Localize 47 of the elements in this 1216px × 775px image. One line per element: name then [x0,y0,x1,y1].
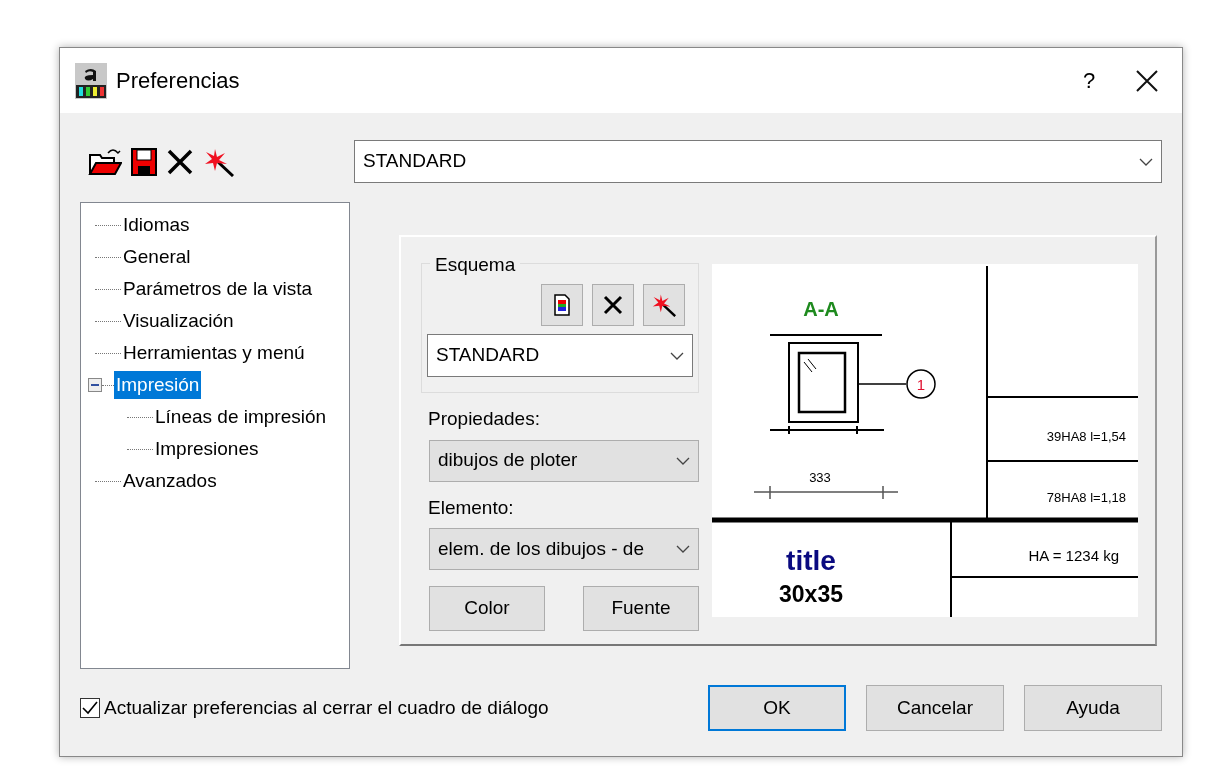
scheme-dropdown[interactable]: STANDARD [427,334,693,377]
weight-text: HA = 1234 kg [1028,547,1119,564]
tree-item[interactable]: Idiomas [121,210,192,240]
field-label: Elemento: [428,495,515,520]
dialog-button[interactable]: OK [708,685,846,731]
document-icon [554,294,570,316]
title-text: title [786,545,836,576]
action-button[interactable]: Color [429,586,545,631]
help-button[interactable]: ? [1066,60,1112,101]
tree-item[interactable]: Parámetros de la vista [121,274,315,304]
tree-item[interactable]: General [121,242,193,272]
wizard-button[interactable] [643,284,685,326]
window-title: Preferencias [116,67,240,95]
rebar-text: 39HA8 l=1,54 [1046,429,1126,444]
tree-item[interactable]: Herramientas y menú [121,338,307,368]
delete-icon [602,294,624,316]
chevron-icon [1139,157,1153,166]
dialog-button[interactable]: Ayuda [1024,685,1162,731]
properties-dropdown[interactable]: dibujos de ploter [429,439,699,482]
new-scheme-button[interactable] [541,284,583,326]
size-text: 30x35 [779,581,843,607]
dimension-text: 333 [809,470,831,485]
element-dropdown[interactable]: elem. de los dibujos - de [429,528,699,570]
action-button[interactable]: Fuente [583,586,699,631]
tree-item[interactable]: Líneas de impresión [153,402,329,432]
rebar-text: 78HA8 l=1,18 [1046,490,1126,505]
open-folder-icon[interactable] [88,146,122,177]
tree-item[interactable]: Impresión [114,370,202,400]
section-label: A-A [803,298,839,320]
tree-item[interactable]: Visualización [121,306,236,336]
chevron-icon [676,545,690,553]
tree-item[interactable]: Avanzados [121,466,219,496]
checkbox-label[interactable]: Actualizar preferencias al cerrar el cuadro de diálogo [104,693,549,723]
expander-icon[interactable] [88,378,102,392]
profile-dropdown[interactable]: STANDARD [354,140,1162,183]
checkbox[interactable] [80,698,100,718]
delete-scheme-button[interactable] [592,284,634,326]
bar-mark: 1 [906,369,936,399]
close-icon [1136,69,1158,92]
chevron-icon [670,351,684,360]
save-icon[interactable] [131,147,157,176]
delete-icon[interactable] [166,147,194,176]
chevron-icon [676,456,690,465]
tree-item[interactable]: Impresiones [153,434,261,464]
dialog-button[interactable]: Cancelar [866,685,1004,731]
field-label: Propiedades: [428,407,541,431]
app-icon [75,62,107,99]
